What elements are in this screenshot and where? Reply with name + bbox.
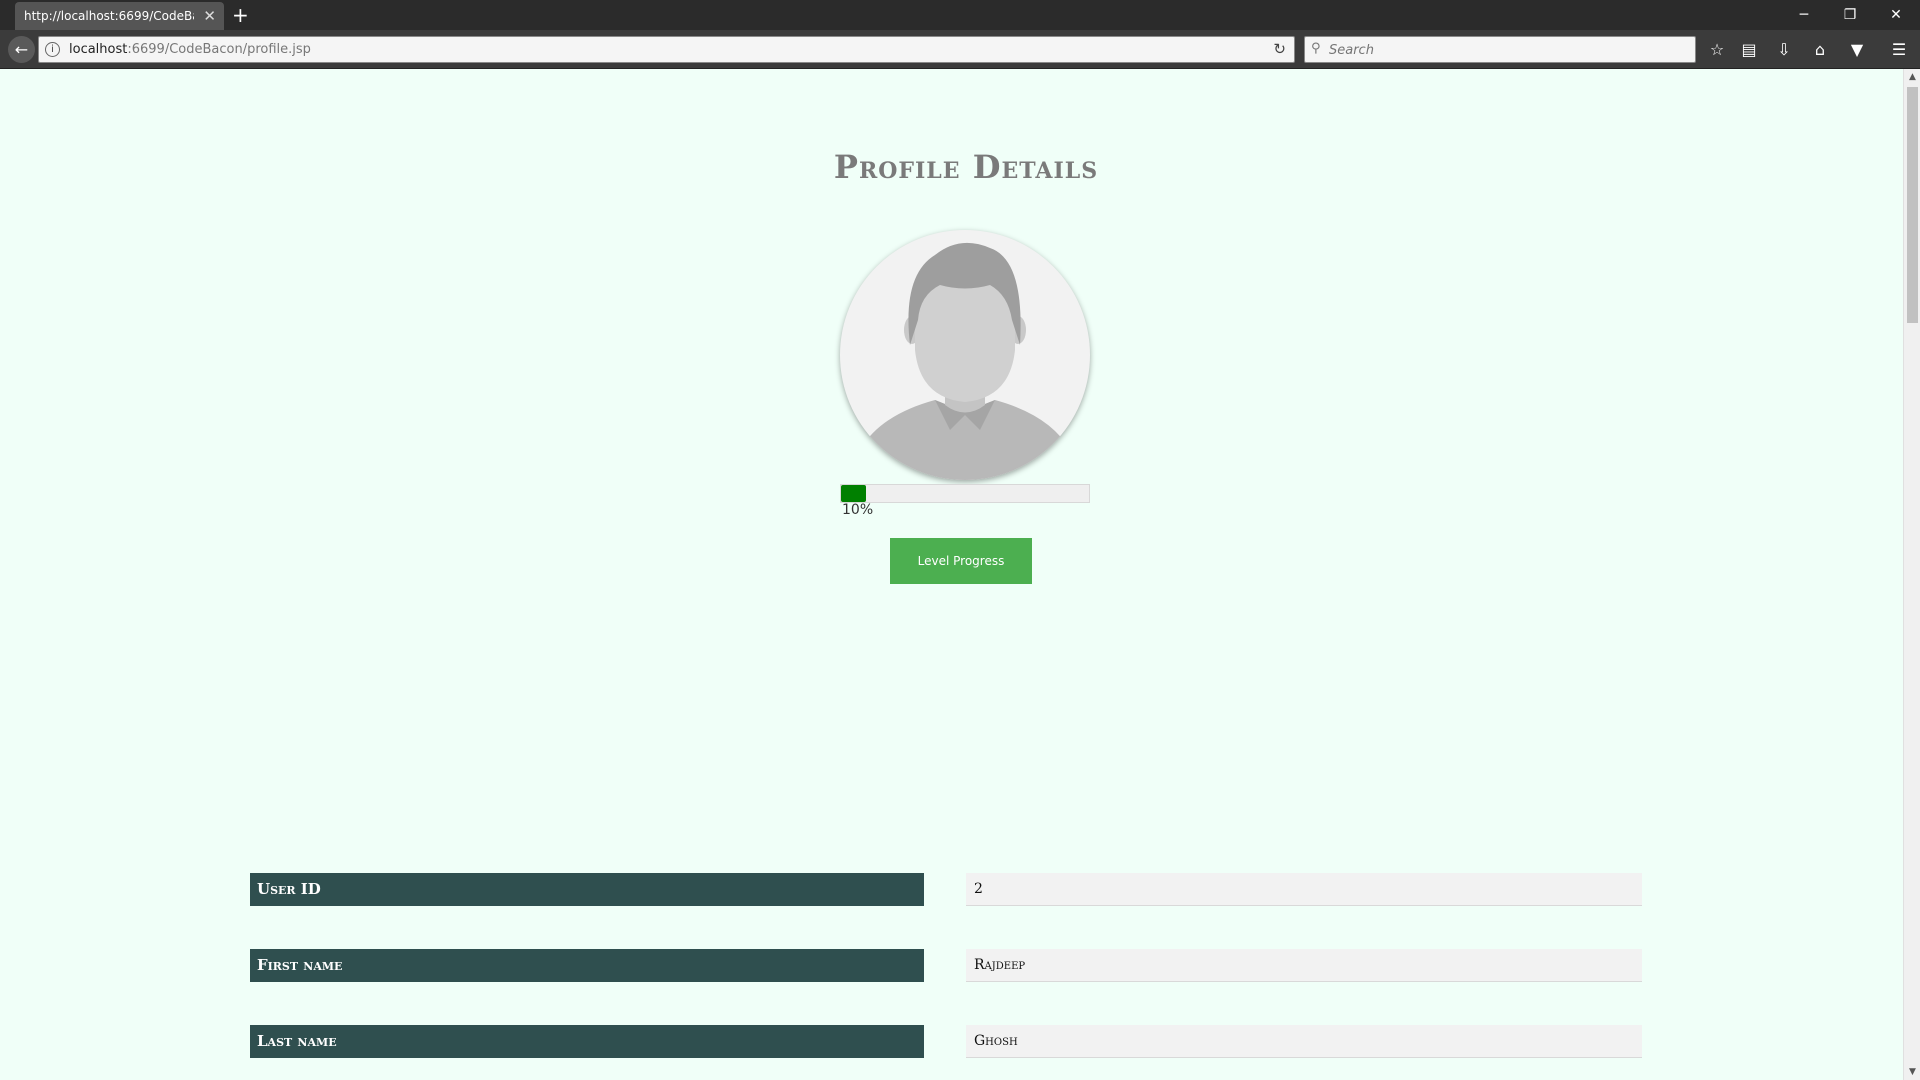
level-progress-bar	[840, 484, 1090, 503]
search-icon: ⚲	[1311, 41, 1321, 56]
menu-icon[interactable]: ☰	[1885, 36, 1913, 63]
default-user-icon	[860, 242, 1070, 480]
level-progress-button[interactable]: Level Progress	[890, 538, 1032, 584]
search-bar[interactable]: ⚲	[1304, 36, 1696, 63]
last-name-label: Last name	[250, 1025, 924, 1058]
page-title: Profile Details	[833, 148, 1099, 186]
url-text[interactable]: localhost:6699/CodeBacon/profile.jsp	[69, 42, 311, 57]
reload-icon[interactable]: ↻	[1273, 40, 1286, 58]
bookmark-star-icon[interactable]: ☆	[1703, 36, 1731, 63]
back-button[interactable]: ←	[8, 36, 35, 63]
download-icon[interactable]: ⇩	[1770, 36, 1798, 63]
scroll-thumb[interactable]	[1907, 87, 1918, 323]
last-name-value: Ghosh	[966, 1025, 1642, 1058]
level-progress-fill	[841, 485, 866, 502]
back-arrow-icon: ←	[14, 40, 29, 59]
new-tab-button[interactable]: +	[232, 2, 249, 28]
user-id-label: User ID	[250, 873, 924, 906]
first-name-label: First name	[250, 949, 924, 982]
page-scrollbar[interactable]: ▲ ▼	[1903, 69, 1920, 1080]
user-id-value: 2	[966, 873, 1642, 906]
level-progress-percent: 10%	[842, 502, 874, 518]
restore-button[interactable]: ❐	[1830, 0, 1870, 30]
home-icon[interactable]: ⌂	[1806, 36, 1834, 63]
minimize-button[interactable]: ─	[1784, 0, 1824, 30]
close-window-button[interactable]: ✕	[1876, 0, 1916, 30]
scroll-up-icon[interactable]: ▲	[1904, 69, 1920, 85]
browser-tab[interactable]: http://localhost:6699/CodeBacon/profile.…	[15, 2, 224, 30]
url-host: localhost	[69, 42, 128, 57]
scroll-down-icon[interactable]: ▼	[1904, 1064, 1920, 1080]
tab-bar: http://localhost:6699/CodeBacon/profile.…	[0, 0, 1920, 30]
url-bar[interactable]: i localhost:6699/CodeBacon/profile.jsp ↻	[38, 36, 1295, 63]
navigation-bar: ← i localhost:6699/CodeBacon/profile.jsp…	[0, 30, 1920, 69]
reading-list-icon[interactable]: ▤	[1735, 36, 1763, 63]
search-input[interactable]	[1329, 40, 1689, 60]
info-icon[interactable]: i	[45, 42, 60, 57]
profile-avatar	[840, 230, 1090, 480]
url-path: :6699/CodeBacon/profile.jsp	[127, 42, 311, 57]
tab-title: http://localhost:6699/CodeBacon/profile.…	[24, 9, 194, 23]
first-name-value: Rajdeep	[966, 949, 1642, 982]
pocket-icon[interactable]: ▼	[1843, 36, 1871, 63]
close-tab-icon[interactable]: ✕	[203, 2, 216, 30]
